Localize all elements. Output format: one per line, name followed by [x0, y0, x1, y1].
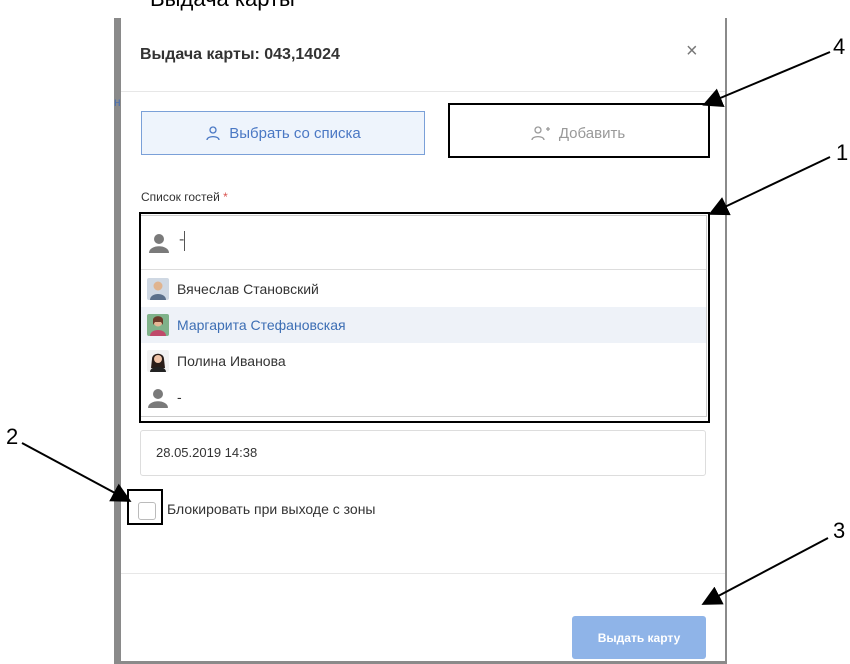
callout-number-3: 3 — [833, 518, 846, 543]
callout-number-1: 1 — [836, 140, 849, 165]
callout-number-4: 4 — [833, 34, 846, 59]
callout-arrows — [21, 51, 831, 605]
callout-number-2: 2 — [6, 424, 19, 449]
